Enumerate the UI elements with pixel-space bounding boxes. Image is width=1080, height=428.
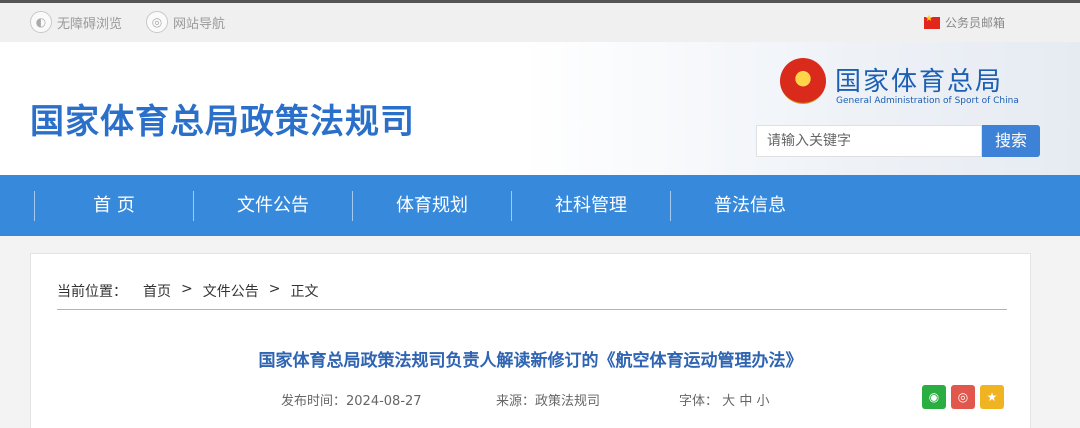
font-size-medium[interactable]: 中	[739, 394, 752, 409]
sitemap-link[interactable]: ◎ 网站导航	[146, 11, 225, 33]
font-size-large[interactable]: 大	[722, 394, 735, 409]
breadcrumb-current: 正文	[290, 284, 319, 300]
nav-item-announcements[interactable]: 文件公告	[193, 175, 353, 236]
breadcrumb-separator: >	[181, 281, 193, 297]
publish-date: 发布时间：2024-08-27	[281, 390, 422, 409]
nav-item-legal-info[interactable]: 普法信息	[670, 175, 830, 236]
nav-item-home[interactable]: 首 页	[34, 175, 194, 236]
source-value: 政策法规司	[535, 394, 601, 409]
org-name-cn: 国家体育总局	[835, 67, 1004, 97]
site-title[interactable]: 国家体育总局政策法规司	[30, 94, 415, 143]
flag-icon	[923, 14, 940, 29]
search-input[interactable]: 请输入关键字	[756, 125, 982, 157]
nav-item-planning[interactable]: 体育规划	[352, 175, 512, 236]
sitemap-label: 网站导航	[173, 16, 226, 32]
publish-date-value: 2024-08-27	[346, 394, 422, 409]
breadcrumb-separator: >	[268, 281, 281, 297]
main-nav: 首 页 文件公告 体育规划 社科管理 普法信息	[0, 175, 1080, 236]
wechat-icon[interactable]: ◉	[922, 385, 946, 409]
accessibility-label: 无障碍浏览	[57, 16, 123, 32]
font-size-label: 字体：	[679, 394, 719, 409]
accessibility-icon: ◐	[30, 11, 52, 33]
content-panel: 当前位置： 首页 > 文件公告 > 正文 国家体育总局政策法规司负责人解读新修订…	[30, 253, 1031, 428]
national-emblem-icon	[780, 58, 826, 104]
font-size-control: 字体： 大 中 小	[679, 390, 769, 409]
mail-link[interactable]: 公务员邮箱	[923, 14, 1005, 31]
breadcrumb-announcements[interactable]: 文件公告	[203, 281, 259, 301]
star-icon[interactable]: ★	[980, 385, 1004, 409]
publish-date-label: 发布时间：	[281, 394, 347, 409]
org-name-en: General Administration of Sport of China	[836, 96, 1019, 106]
article-title: 国家体育总局政策法规司负责人解读新修订的《航空体育运动管理办法》	[258, 351, 803, 371]
article-source: 来源：政策法规司	[496, 390, 600, 409]
font-size-small[interactable]: 小	[756, 394, 769, 409]
mail-label: 公务员邮箱	[944, 16, 1005, 30]
breadcrumb-home[interactable]: 首页	[143, 281, 171, 301]
accessibility-link[interactable]: ◐ 无障碍浏览	[30, 11, 122, 33]
nav-item-social-science[interactable]: 社科管理	[511, 175, 671, 236]
breadcrumb: 当前位置： 首页 > 文件公告 > 正文	[57, 281, 318, 301]
top-utility-bar: ◐ 无障碍浏览 ◎ 网站导航 公务员邮箱	[0, 0, 1080, 42]
weibo-icon[interactable]: ◎	[951, 385, 975, 409]
breadcrumb-label: 当前位置：	[57, 284, 127, 300]
site-header: 国家体育总局政策法规司 国家体育总局 General Administratio…	[0, 42, 1080, 175]
breadcrumb-divider	[57, 309, 1007, 310]
search-button[interactable]: 搜索	[982, 125, 1040, 157]
sitemap-icon: ◎	[146, 11, 168, 33]
source-label: 来源：	[496, 394, 536, 409]
